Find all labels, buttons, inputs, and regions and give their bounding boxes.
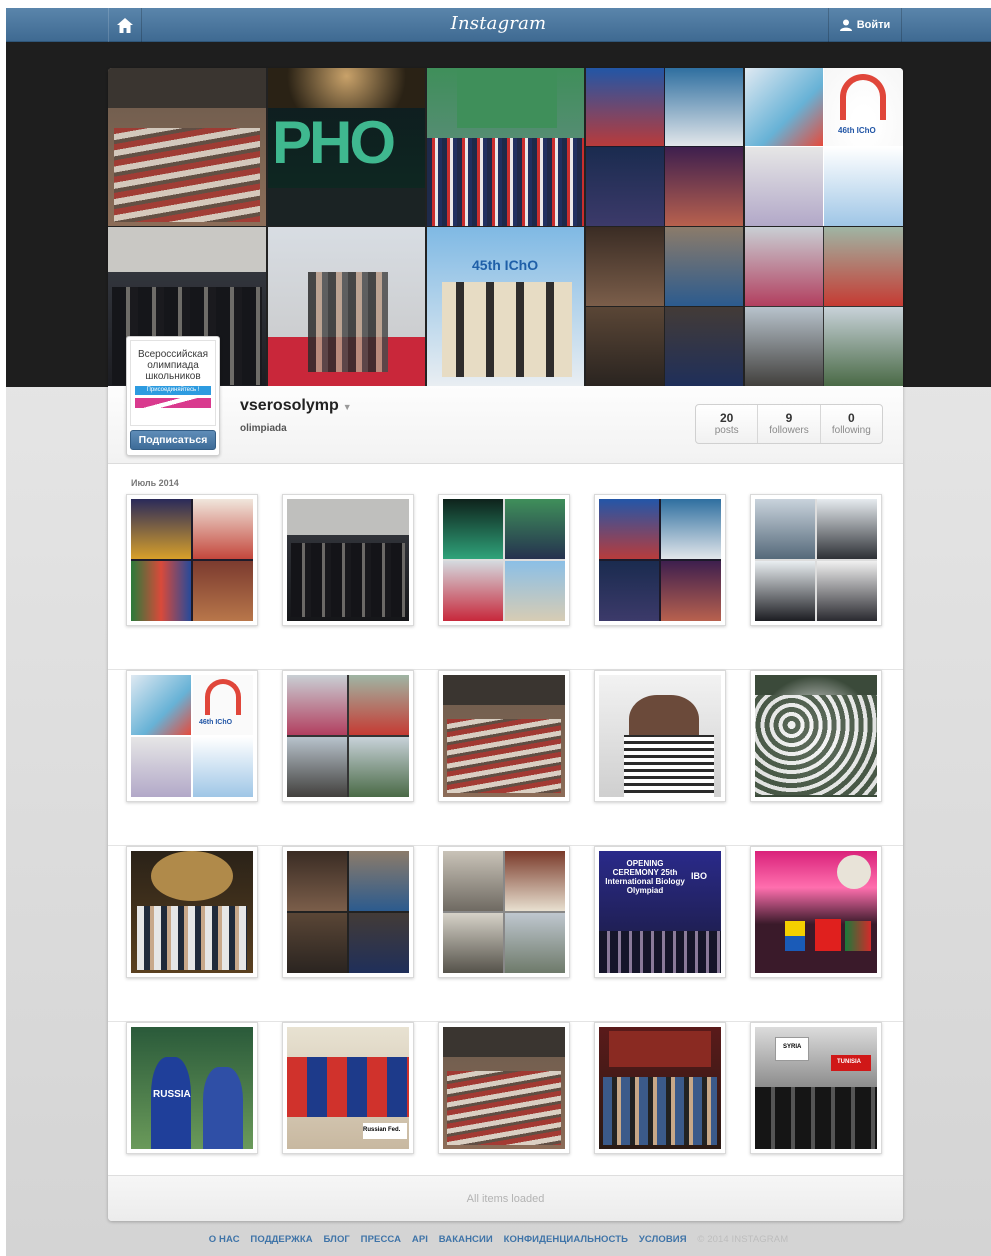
photo-thumbnail[interactable] <box>750 670 882 802</box>
thumb-text: TUNISIA <box>837 1059 861 1065</box>
top-nav-bar: Instagram Войти <box>6 8 991 42</box>
footer-link-about[interactable]: О НАС <box>209 1234 240 1245</box>
stat-label: following <box>831 425 871 436</box>
photo-thumbnail[interactable]: Russian Fed. <box>282 1022 414 1154</box>
footer-link-api[interactable]: API <box>412 1234 428 1245</box>
all-items-loaded-bar: All items loaded <box>108 1175 903 1221</box>
footer-link-support[interactable]: ПОДДЕРЖКА <box>250 1234 312 1245</box>
stat-posts[interactable]: 20 posts <box>696 405 759 443</box>
page-frame: Instagram Войти PHO 45th IChO 46th IChO … <box>6 8 991 1256</box>
follow-button[interactable]: Подписаться <box>130 430 216 450</box>
photo-thumbnail[interactable]: SYRIA TUNISIA <box>750 1022 882 1154</box>
footer: О НАС ПОДДЕРЖКА БЛОГ ПРЕССА API ВАКАНСИИ… <box>6 1234 991 1245</box>
thumb-text: 46th IChO <box>199 719 233 726</box>
profile-info-bar: Всероссийская олимпиада школьников Присо… <box>108 336 903 464</box>
photo-thumbnail[interactable] <box>750 494 882 626</box>
photo-thumbnail[interactable] <box>282 494 414 626</box>
profile-avatar-box: Всероссийская олимпиада школьников Присо… <box>126 336 220 456</box>
header-photo-mosaic: PHO 45th IChO 46th IChO <box>108 68 903 386</box>
footer-link-press[interactable]: ПРЕССА <box>361 1234 401 1245</box>
stat-number: 0 <box>847 411 855 425</box>
stat-number: 9 <box>785 411 793 425</box>
mosaic-photo-pho[interactable]: PHO <box>268 68 425 226</box>
mosaic-photo[interactable] <box>586 68 743 226</box>
mosaic-text: 45th IChO <box>472 257 539 273</box>
photo-thumbnail[interactable] <box>126 846 258 978</box>
footer-link-privacy[interactable]: КОНФИДЕНЦИАЛЬНОСТЬ <box>504 1234 629 1245</box>
stat-following[interactable]: 0 following <box>821 405 882 443</box>
footer-link-terms[interactable]: УСЛОВИЯ <box>639 1234 687 1245</box>
stat-label: followers <box>769 425 809 436</box>
photo-row <box>108 494 903 670</box>
full-name: olimpiada <box>240 423 287 434</box>
photo-thumbnail[interactable] <box>594 494 726 626</box>
photo-thumbnail[interactable]: RUSSIA <box>126 1022 258 1154</box>
photo-thumbnail[interactable]: 46th IChO <box>126 670 258 802</box>
photo-row: 46th IChO <box>108 670 903 846</box>
mosaic-photo[interactable] <box>108 68 266 226</box>
dropdown-caret-icon[interactable]: ▼ <box>343 402 352 412</box>
avatar-join-banner: Присоединяйтесь ! <box>135 386 211 395</box>
user-icon <box>839 19 852 31</box>
mosaic-photo[interactable] <box>745 227 903 386</box>
photo-thumbnail[interactable] <box>750 846 882 978</box>
username-text: vserosolymp <box>240 397 339 414</box>
photo-thumbnail[interactable] <box>282 670 414 802</box>
thumb-text: SYRIA <box>783 1044 802 1050</box>
login-label: Войти <box>856 19 891 31</box>
mosaic-photo[interactable]: 46th IChO <box>745 68 903 226</box>
photo-thumbnail[interactable] <box>438 846 570 978</box>
mosaic-text: PHO <box>272 109 396 176</box>
username[interactable]: vserosolymp ▼ <box>240 397 352 415</box>
photo-thumbnail[interactable] <box>438 670 570 802</box>
photo-thumbnail[interactable] <box>438 1022 570 1154</box>
footer-link-jobs[interactable]: ВАКАНСИИ <box>439 1234 493 1245</box>
login-button[interactable]: Войти <box>828 8 902 42</box>
avatar[interactable]: Всероссийская олимпиада школьников Присо… <box>130 340 216 426</box>
thumb-text: IBO <box>691 871 708 881</box>
thumb-text: Russian Fed. <box>363 1127 401 1133</box>
photo-thumbnail[interactable]: OPENING CEREMONY 25th International Biol… <box>594 846 726 978</box>
photo-thumbnail[interactable] <box>594 1022 726 1154</box>
thumb-text: RUSSIA <box>153 1089 191 1100</box>
thumb-text: OPENING CEREMONY 25th International Biol… <box>605 859 685 895</box>
photo-row: OPENING CEREMONY 25th International Biol… <box>108 846 903 1022</box>
photo-thumbnail[interactable] <box>438 494 570 626</box>
stat-label: posts <box>714 425 739 436</box>
footer-link-blog[interactable]: БЛОГ <box>323 1234 349 1245</box>
mosaic-photo[interactable] <box>586 227 743 386</box>
mosaic-photo[interactable] <box>427 68 584 226</box>
avatar-ribbon <box>135 398 211 408</box>
mosaic-text: 46th IChO <box>838 126 876 135</box>
photo-thumbnail[interactable] <box>282 846 414 978</box>
photo-thumbnail[interactable] <box>126 494 258 626</box>
mosaic-photo[interactable] <box>268 227 425 386</box>
month-heading: Июль 2014 <box>131 478 179 488</box>
mosaic-photo-icho45[interactable]: 45th IChO <box>427 227 584 386</box>
photo-thumbnail[interactable] <box>594 670 726 802</box>
stat-followers[interactable]: 9 followers <box>758 405 821 443</box>
copyright: © 2014 INSTAGRAM <box>697 1234 789 1245</box>
avatar-text: Всероссийская олимпиада школьников <box>137 349 209 382</box>
profile-stats: 20 posts 9 followers 0 following <box>695 404 883 444</box>
stat-number: 20 <box>719 411 734 425</box>
photo-row: RUSSIA Russian Fed. SYRIA TUNISIA <box>108 1022 903 1198</box>
profile-card: PHO 45th IChO 46th IChO Всероссийская ол… <box>108 68 903 1221</box>
